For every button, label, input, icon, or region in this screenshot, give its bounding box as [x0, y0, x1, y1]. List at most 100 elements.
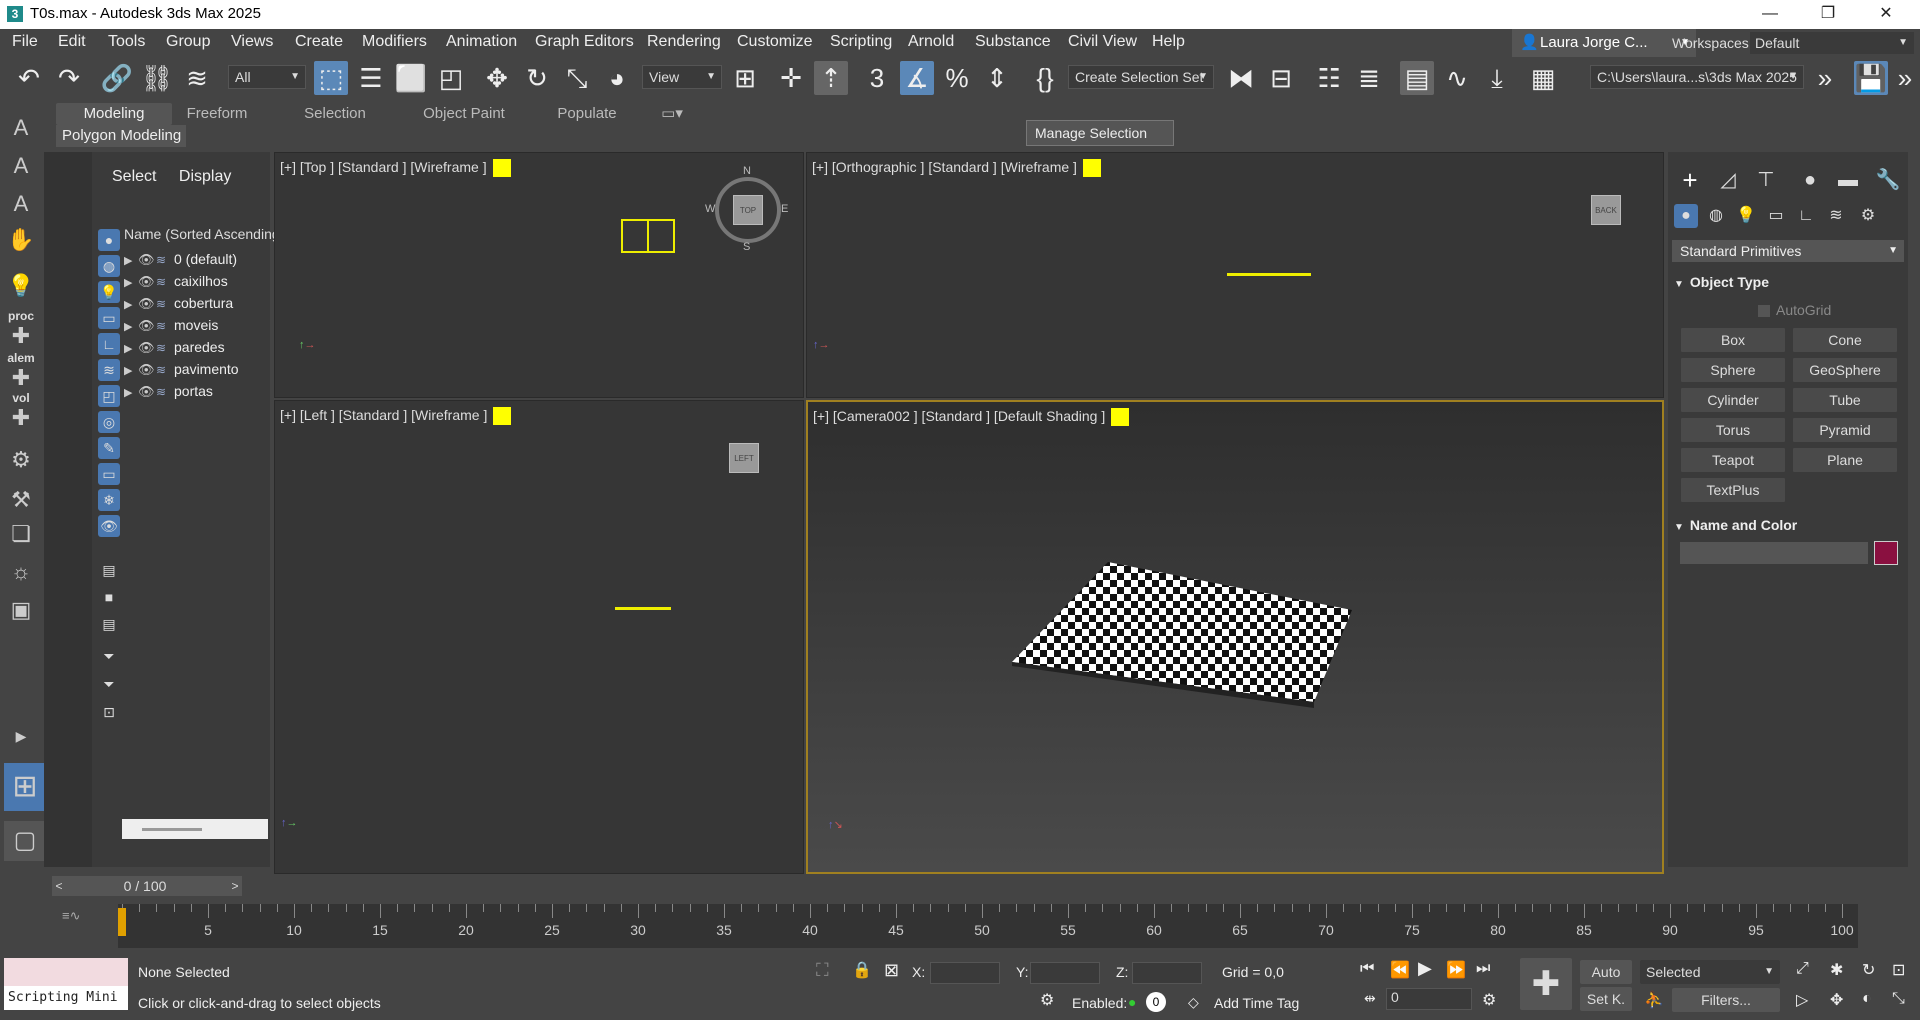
select-object-icon[interactable]: ⬚: [314, 61, 348, 95]
panel-polygon-modeling[interactable]: Polygon Modeling: [56, 125, 186, 147]
alem-add-icon[interactable]: ✚: [4, 361, 38, 395]
filter-shapes-icon[interactable]: ◍: [98, 255, 120, 277]
bind-space-warp-icon[interactable]: ≋: [180, 61, 214, 95]
expand-arrow-icon[interactable]: ▶: [124, 294, 138, 316]
pivot-center-icon[interactable]: ⊞: [728, 61, 762, 95]
ribbon-options-icon[interactable]: ▭▾: [654, 103, 690, 125]
window-crossing-icon[interactable]: ◰: [434, 61, 468, 95]
shapes-icon[interactable]: ◍: [1704, 204, 1728, 228]
set-key-button[interactable]: Set K.: [1580, 987, 1632, 1011]
object-color-swatch[interactable]: [1874, 541, 1898, 565]
eye-icon[interactable]: 👁: [138, 359, 156, 381]
zoom-extents-icon[interactable]: ⤢: [1796, 960, 1809, 978]
align-icon[interactable]: ⊟: [1264, 61, 1298, 95]
single-viewport-icon[interactable]: ▢: [4, 821, 46, 861]
filter-cameras-icon[interactable]: ▭: [98, 307, 120, 329]
viewport-camera[interactable]: [+] [Camera002 ] [Standard ] [Default Sh…: [806, 400, 1664, 874]
scrollbar-thumb[interactable]: [142, 828, 202, 831]
move-icon[interactable]: ✥: [480, 61, 514, 95]
object-name-field[interactable]: [1680, 542, 1868, 564]
menu-create[interactable]: Create: [295, 33, 343, 51]
viewcube-compass[interactable]: TOP N S E W: [705, 165, 788, 253]
teapot-button[interactable]: Teapot: [1680, 447, 1786, 473]
time-slider[interactable]: 0 / 100: [62, 876, 228, 896]
menu-animation[interactable]: Animation: [446, 33, 517, 51]
eye-icon[interactable]: 👁: [138, 249, 156, 271]
viewcube[interactable]: BACK: [1591, 195, 1621, 225]
field-of-view-icon[interactable]: ▷: [1796, 990, 1808, 1010]
vol-add-icon[interactable]: ✚: [4, 401, 38, 435]
x-field[interactable]: [930, 962, 1000, 984]
workspace-dropdown[interactable]: Default ▼: [1750, 32, 1914, 54]
expand-icon[interactable]: ▶: [4, 719, 38, 753]
geosphere-button[interactable]: GeoSphere: [1792, 357, 1898, 383]
redo-icon[interactable]: ↷: [52, 61, 86, 95]
tab-modeling[interactable]: Modeling: [56, 103, 172, 125]
filter-bones-icon[interactable]: ✎: [98, 437, 120, 459]
light-bulb-icon[interactable]: 💡: [4, 269, 38, 303]
geometry-icon[interactable]: ●: [1674, 204, 1698, 228]
adaptive-degradation-icon[interactable]: ⚙: [1040, 990, 1054, 1010]
timeline-track[interactable]: 0510152025303540455055606570758085909510…: [118, 904, 1858, 948]
tab-select[interactable]: Select: [112, 168, 156, 185]
plane-button[interactable]: Plane: [1792, 447, 1898, 473]
previous-frame-icon[interactable]: ⏪: [1390, 960, 1410, 980]
autogrid-checkbox[interactable]: AutoGrid: [1758, 302, 1831, 318]
add-time-tag[interactable]: Add Time Tag: [1214, 995, 1299, 1011]
spacewarps-icon[interactable]: ≋: [1824, 204, 1848, 228]
key-filter-dropdown[interactable]: Selected ▼: [1640, 960, 1780, 984]
layer-row[interactable]: ▶ 👁≋ caixilhos: [124, 270, 268, 292]
save-icon[interactable]: 💾: [1854, 61, 1888, 95]
scene-explorer-scrollbar[interactable]: [122, 819, 268, 839]
filter-spacewarps-icon[interactable]: ≋: [98, 359, 120, 381]
rollout-name-and-color[interactable]: ▼ Name and Color: [1674, 517, 1902, 533]
layer-row[interactable]: ▶ 👁≋ paredes: [124, 336, 268, 358]
time-cursor[interactable]: [118, 908, 126, 936]
filter-lights-icon[interactable]: 💡: [98, 281, 120, 303]
proc-add-icon[interactable]: ✚: [4, 319, 38, 353]
viewport-label[interactable]: [+] [Camera002 ] [Standard ] [Default Sh…: [813, 408, 1130, 427]
filter-helpers-icon[interactable]: ∟: [98, 333, 120, 355]
hand-icon[interactable]: ✋: [4, 223, 38, 257]
pyramid-button[interactable]: Pyramid: [1792, 417, 1898, 443]
box-button[interactable]: Box: [1680, 327, 1786, 353]
current-frame-field[interactable]: 0: [1386, 988, 1472, 1010]
maxscript-mini-input[interactable]: Scripting Mini: [4, 986, 128, 1010]
filter-visible-icon[interactable]: 👁: [98, 515, 120, 537]
eye-icon[interactable]: 👁: [138, 293, 156, 315]
viewport-left[interactable]: [+] [Left ] [Standard ] [Wireframe ] LEF…: [274, 400, 804, 874]
menu-customize[interactable]: Customize: [737, 33, 813, 51]
expand-arrow-icon[interactable]: ▶: [124, 250, 138, 272]
viewcube[interactable]: TOP: [733, 195, 763, 225]
maxscript-listener[interactable]: [4, 958, 128, 986]
menu-substance[interactable]: Substance: [975, 33, 1051, 51]
schematic-view-icon[interactable]: ⤓: [1480, 61, 1514, 95]
angle-snap-icon[interactable]: ∡: [900, 61, 934, 95]
close-button[interactable]: ✕: [1858, 0, 1914, 29]
rotate-icon[interactable]: ↻: [520, 61, 554, 95]
list-icon[interactable]: ▤: [98, 559, 120, 581]
expand-arrow-icon[interactable]: ▶: [124, 272, 138, 294]
ribbon-toggle-icon[interactable]: ▤: [1400, 61, 1434, 95]
orbit-icon[interactable]: ↻: [1862, 960, 1875, 980]
filter-particles-icon[interactable]: ❄: [98, 489, 120, 511]
next-frame-button[interactable]: >: [228, 876, 242, 896]
y-field[interactable]: [1030, 962, 1100, 984]
viewport-label[interactable]: [+] [Left ] [Standard ] [Wireframe ]: [280, 407, 512, 426]
walk-icon[interactable]: ◐: [1862, 990, 1872, 1008]
scale-icon[interactable]: ⤡: [560, 61, 594, 95]
rectangular-selection-icon[interactable]: ⬜: [394, 61, 428, 95]
curve-editor-icon[interactable]: ∿: [1440, 61, 1474, 95]
select-by-name-icon[interactable]: ☰: [354, 61, 388, 95]
square-icon[interactable]: ■: [98, 586, 120, 608]
layer-row[interactable]: ▶ 👁≋ moveis: [124, 314, 268, 336]
tab-object-paint[interactable]: Object Paint: [418, 103, 510, 125]
time-configuration-icon[interactable]: ⚙: [1482, 990, 1496, 1010]
next-frame-icon[interactable]: ⏩: [1446, 960, 1466, 980]
reference-coordinate-dropdown[interactable]: View ▼: [642, 65, 722, 89]
modify-tab-icon[interactable]: ◿: [1714, 166, 1742, 194]
rollout-object-type[interactable]: ▼ Object Type: [1674, 274, 1902, 290]
expand-arrow-icon[interactable]: ▶: [124, 360, 138, 382]
unlink-icon[interactable]: ⛓: [140, 61, 174, 95]
viewcube[interactable]: LEFT: [729, 443, 759, 473]
